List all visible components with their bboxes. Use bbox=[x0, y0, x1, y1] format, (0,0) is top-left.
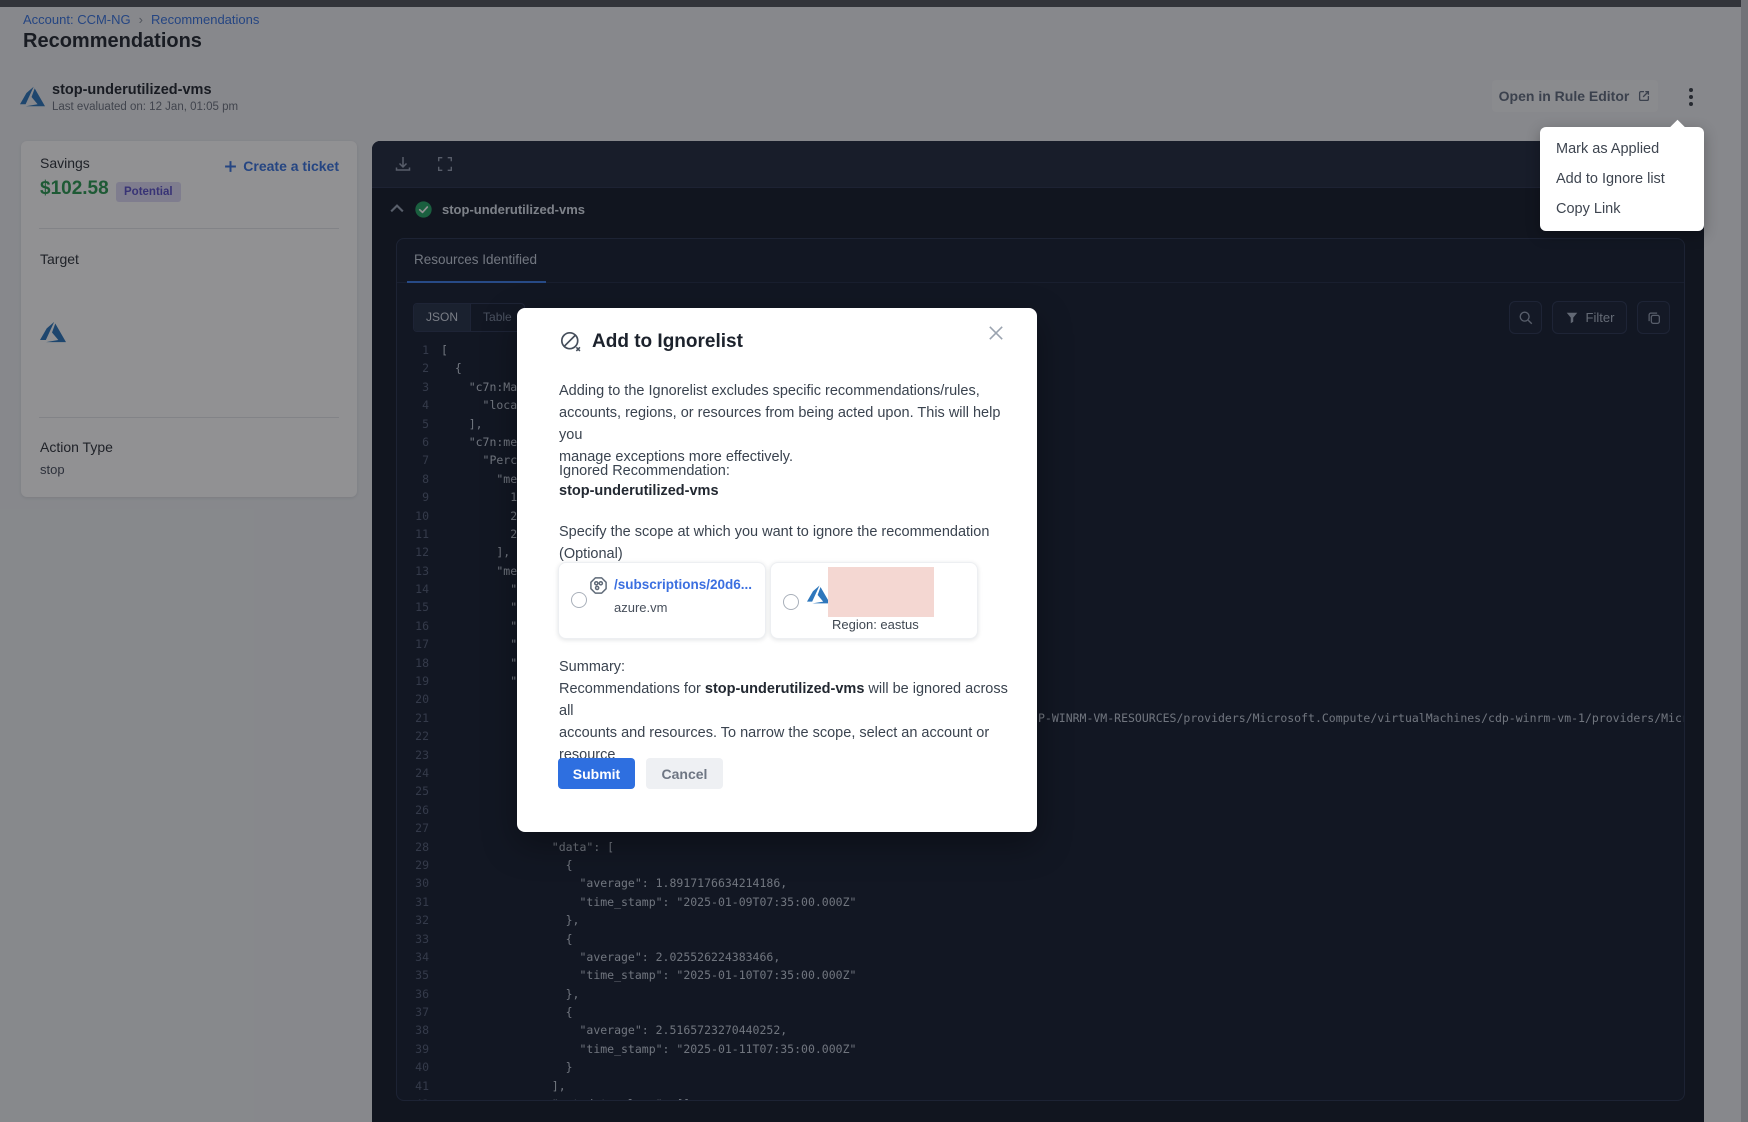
cancel-button[interactable]: Cancel bbox=[646, 758, 723, 789]
menu-item-copy-link[interactable]: Copy Link bbox=[1540, 194, 1704, 224]
account-azure-icon bbox=[807, 583, 830, 606]
ignore-icon bbox=[559, 330, 582, 353]
menu-item-mark-as-applied[interactable]: Mark as Applied bbox=[1540, 134, 1704, 164]
subscription-resource-icon bbox=[589, 576, 608, 595]
resource-type-label: azure.vm bbox=[614, 600, 667, 615]
scope-label: Specify the scope at which you want to i… bbox=[559, 521, 1007, 565]
modal-header: Add to Ignorelist bbox=[559, 330, 743, 353]
modal-description: Adding to the Ignorelist excludes specif… bbox=[559, 380, 1007, 468]
resource-radio[interactable] bbox=[571, 592, 587, 608]
summary-label: Summary: bbox=[559, 656, 625, 678]
ignored-recommendation-value: stop-underutilized-vms bbox=[559, 483, 719, 499]
add-to-ignorelist-modal: Add to Ignorelist Adding to the Ignoreli… bbox=[517, 308, 1037, 832]
summary-rule-name: stop-underutilized-vms bbox=[705, 681, 865, 697]
close-icon[interactable] bbox=[983, 320, 1009, 346]
account-radio[interactable] bbox=[783, 594, 799, 610]
page: Account: CCM-NG › Recommendations Recomm… bbox=[0, 0, 1748, 1122]
modal-title: Add to Ignorelist bbox=[592, 331, 743, 353]
menu-item-add-to-ignore-list[interactable]: Add to Ignore list bbox=[1540, 164, 1704, 194]
ignored-recommendation-label: Ignored Recommendation: bbox=[559, 460, 730, 482]
submit-button[interactable]: Submit bbox=[558, 758, 635, 789]
resource-subscription-link[interactable]: /subscriptions/20d6... bbox=[614, 577, 752, 592]
scope-option-account[interactable]: Region: eastus bbox=[770, 562, 978, 639]
account-name-redaction bbox=[828, 567, 934, 617]
scope-option-resource[interactable]: /subscriptions/20d6... azure.vm bbox=[558, 562, 766, 639]
kebab-menu: Mark as AppliedAdd to Ignore listCopy Li… bbox=[1540, 127, 1704, 231]
account-region-label: Region: eastus bbox=[832, 617, 919, 632]
